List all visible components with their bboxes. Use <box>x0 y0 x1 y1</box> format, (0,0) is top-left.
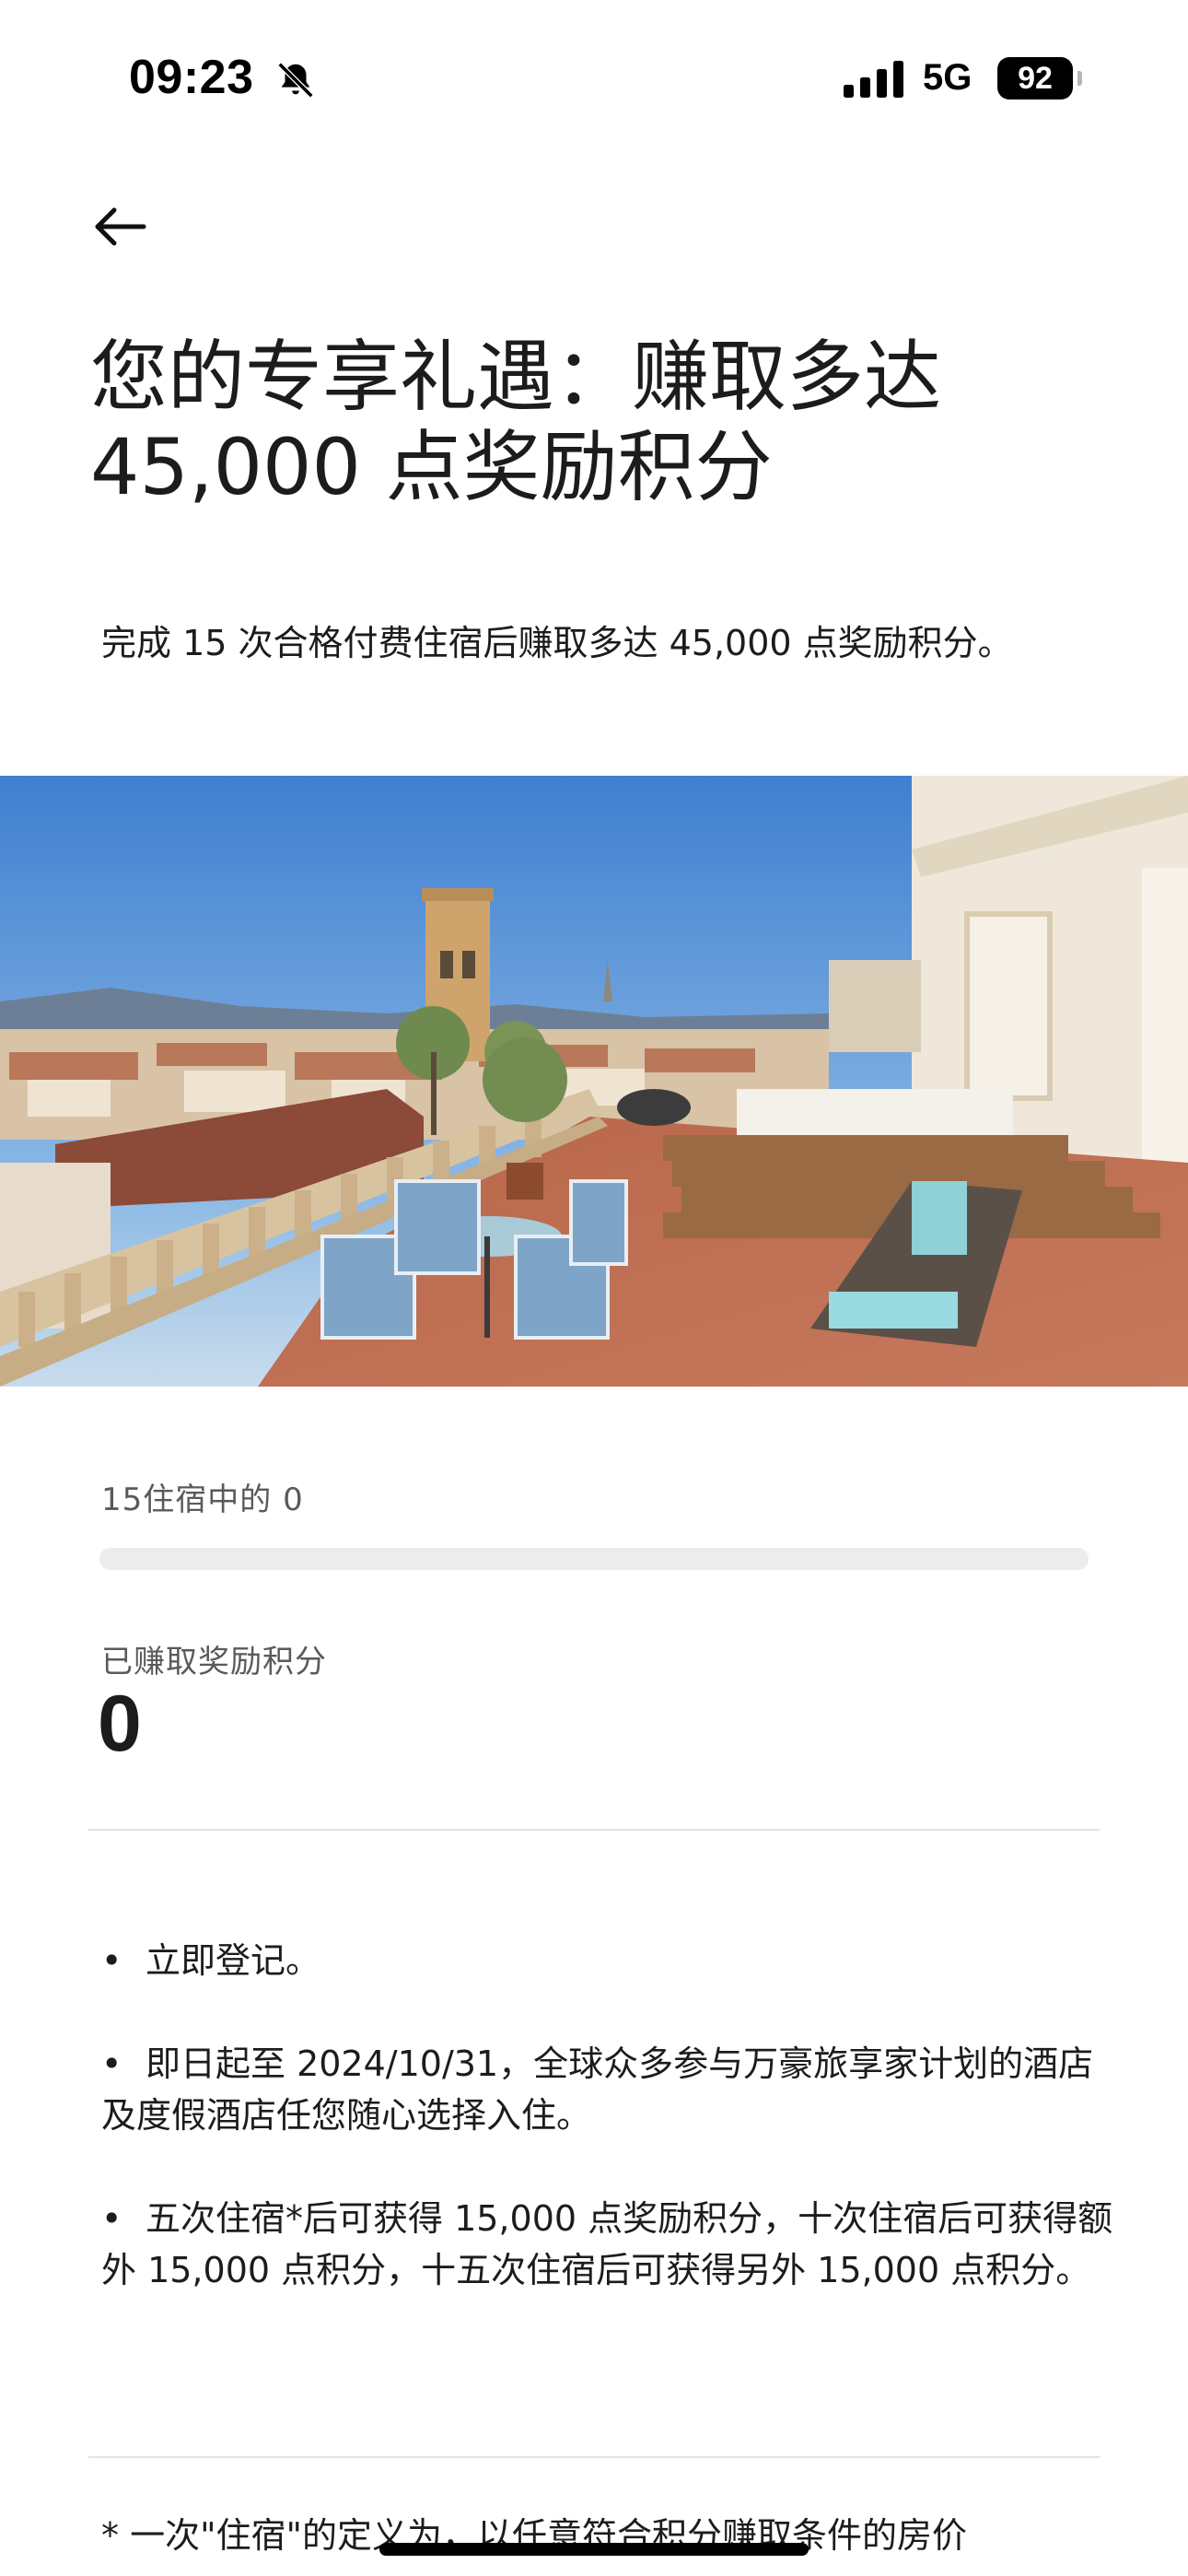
rooftop-terrace-photo <box>0 776 1188 1387</box>
list-item: • 五次住宿*后可获得 15,000 点奖励积分，十次住宿后可获得额外 15,00… <box>101 2193 1114 2296</box>
back-button[interactable] <box>88 193 155 260</box>
bullet-symbol: • <box>101 2043 122 2084</box>
status-time: 09:23 <box>129 51 254 104</box>
signal-icon <box>844 61 903 98</box>
hero-image <box>0 776 1188 1387</box>
status-bar: 09:23 5G 92 <box>0 0 1188 161</box>
earned-points-value: 0 <box>98 1680 142 1768</box>
stays-progress-bar <box>99 1548 1089 1570</box>
home-indicator[interactable] <box>379 2543 809 2556</box>
offer-subtitle: 完成 15 次合格付费住宿后赚取多达 45,000 点奖励积分。 <box>101 623 1013 663</box>
battery-indicator: 92 <box>997 57 1073 100</box>
bell-muted-icon <box>277 62 314 99</box>
offer-details-list: • 立即登记。 • 即日起至 2024/10/31，全球众多参与万豪旅享家计划的酒店… <box>101 1935 1114 2348</box>
battery-cap <box>1077 71 1082 86</box>
list-item: • 即日起至 2024/10/31，全球众多参与万豪旅享家计划的酒店及度假酒店任您… <box>101 2038 1114 2141</box>
arrow-left-icon <box>95 207 146 246</box>
stays-progress-label: 15住宿中的 0 <box>101 1481 304 1518</box>
earned-points-label: 已赚取奖励积分 <box>101 1644 327 1680</box>
section-divider <box>88 1829 1100 1831</box>
section-divider <box>88 2456 1100 2458</box>
list-item-text: 五次住宿*后可获得 15,000 点奖励积分，十次住宿后可获得额外 15,000… <box>101 2198 1113 2290</box>
bullet-symbol: • <box>101 1940 122 1981</box>
network-label: 5G <box>923 57 973 98</box>
list-item-text: 即日起至 2024/10/31，全球众多参与万豪旅享家计划的酒店及度假酒店任您随… <box>101 2043 1094 2136</box>
list-item-text: 立即登记。 <box>146 1940 321 1981</box>
list-item: • 立即登记。 <box>101 1935 1114 1986</box>
bullet-symbol: • <box>101 2198 122 2239</box>
page-title: 您的专享礼遇：赚取多达 45,000 点奖励积分 <box>90 332 942 512</box>
